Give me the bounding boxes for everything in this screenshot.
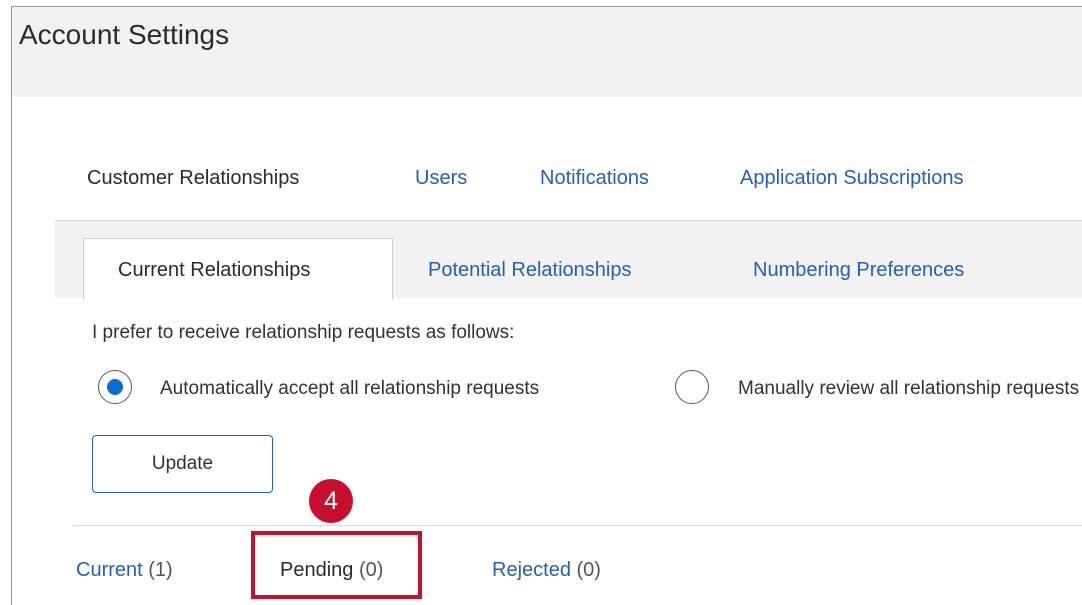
- tab-users[interactable]: Users: [415, 167, 467, 190]
- tab-customer-relationships[interactable]: Customer Relationships: [87, 167, 299, 190]
- tab-application-subscriptions[interactable]: Application Subscriptions: [740, 167, 963, 190]
- subtab-current-relationships[interactable]: Current Relationships: [118, 259, 310, 282]
- step-number-badge: 4: [309, 479, 353, 523]
- page-header: Account Settings: [12, 7, 1082, 97]
- radio-manual-review-label: Manually review all relationship request…: [738, 378, 1080, 399]
- subtab-potential-relationships[interactable]: Potential Relationships: [428, 259, 631, 282]
- pending-highlight-box: [251, 531, 422, 599]
- filter-tab-rejected-label: Rejected: [492, 559, 571, 581]
- filter-tab-current-count: (1): [148, 559, 173, 581]
- update-button[interactable]: Update: [92, 435, 273, 493]
- filter-tab-current[interactable]: Current (1): [76, 559, 173, 582]
- radio-auto-accept[interactable]: [98, 370, 132, 404]
- preference-prompt: I prefer to receive relationship request…: [92, 322, 515, 343]
- filter-tab-rejected-count: (0): [576, 559, 601, 581]
- filter-tab-current-label: Current: [76, 559, 143, 581]
- tab-notifications[interactable]: Notifications: [540, 167, 649, 190]
- filter-tab-rejected[interactable]: Rejected (0): [492, 559, 601, 582]
- page-title: Account Settings: [19, 19, 230, 50]
- subtab-numbering-preferences[interactable]: Numbering Preferences: [753, 259, 964, 282]
- radio-auto-accept-label: Automatically accept all relationship re…: [160, 378, 540, 399]
- account-settings-panel: Account Settings Customer Relationships …: [11, 6, 1082, 605]
- section-divider: [73, 525, 1082, 526]
- radio-manual-review[interactable]: [675, 370, 709, 404]
